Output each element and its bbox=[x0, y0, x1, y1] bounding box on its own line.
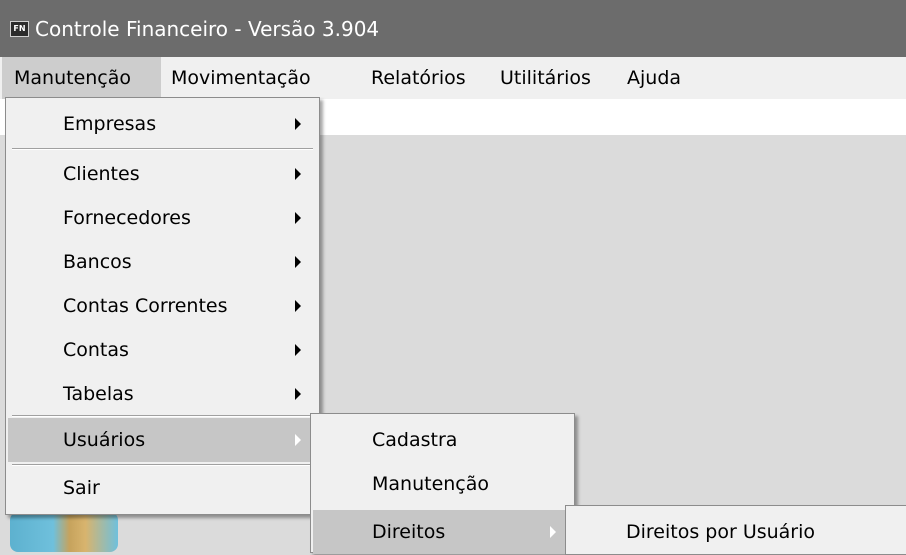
menu-item-direitos[interactable]: Direitos bbox=[313, 510, 572, 554]
submenu-arrow-icon bbox=[295, 300, 301, 312]
menu-item-fornecedores[interactable]: Fornecedores bbox=[8, 196, 317, 240]
submenu-arrow-icon bbox=[295, 118, 301, 130]
menu-item-label: Empresas bbox=[63, 113, 157, 135]
menu-separator bbox=[12, 415, 313, 417]
menu-bar: Manutenção Movimentação Relatórios Utili… bbox=[0, 57, 906, 99]
submenu-arrow-icon bbox=[295, 434, 301, 446]
menu-relatorios[interactable]: Relatórios bbox=[361, 57, 490, 99]
window-title: Controle Financeiro - Versão 3.904 bbox=[35, 16, 380, 41]
submenu-arrow-icon bbox=[295, 168, 301, 180]
menu-separator bbox=[12, 148, 313, 150]
title-bar: FN Controle Financeiro - Versão 3.904 bbox=[0, 0, 906, 57]
submenu-arrow-icon bbox=[295, 344, 301, 356]
menu-manutencao[interactable]: Manutenção bbox=[2, 57, 161, 99]
menu-item-label: Clientes bbox=[63, 163, 140, 185]
menu-item-contas-correntes[interactable]: Contas Correntes bbox=[8, 284, 317, 328]
submenu-arrow-icon bbox=[295, 212, 301, 224]
menu-item-label: Fornecedores bbox=[63, 207, 191, 229]
menu-item-label: Usuários bbox=[63, 429, 146, 451]
menu-item-bancos[interactable]: Bancos bbox=[8, 240, 317, 284]
menu-item-contas[interactable]: Contas bbox=[8, 328, 317, 372]
submenu-arrow-icon bbox=[295, 388, 301, 400]
app-logo-icon bbox=[10, 512, 118, 552]
menu-item-manutencao[interactable]: Manutenção bbox=[313, 462, 572, 506]
submenu-arrow-icon bbox=[550, 526, 556, 538]
menu-usuarios-dropdown: Cadastra Manutenção Direitos bbox=[310, 413, 575, 554]
menu-item-label: Manutenção bbox=[372, 473, 490, 495]
app-icon[interactable]: FN bbox=[10, 20, 29, 37]
menu-manutencao-dropdown: Empresas Clientes Fornecedores Bancos Co… bbox=[5, 97, 320, 515]
menu-item-label: Direitos por Usuário bbox=[626, 521, 816, 543]
menu-item-label: Direitos bbox=[372, 521, 446, 543]
menu-item-label: Contas Correntes bbox=[63, 295, 228, 317]
menu-item-cadastra[interactable]: Cadastra bbox=[313, 418, 572, 462]
menu-ajuda[interactable]: Ajuda bbox=[617, 57, 691, 99]
menu-utilitarios[interactable]: Utilitários bbox=[490, 57, 617, 99]
menu-item-label: Contas bbox=[63, 339, 129, 361]
menu-item-empresas[interactable]: Empresas bbox=[8, 102, 317, 146]
menu-item-direitos-por-usuario[interactable]: Direitos por Usuário bbox=[568, 510, 906, 554]
menu-item-label: Tabelas bbox=[63, 383, 134, 405]
menu-item-label: Bancos bbox=[63, 251, 132, 273]
menu-item-sair[interactable]: Sair bbox=[8, 466, 317, 510]
menu-item-label: Cadastra bbox=[372, 429, 458, 451]
menu-item-usuarios[interactable]: Usuários bbox=[8, 418, 317, 462]
menu-item-tabelas[interactable]: Tabelas bbox=[8, 372, 317, 416]
menu-direitos-dropdown: Direitos por Usuário bbox=[565, 505, 906, 555]
menu-item-clientes[interactable]: Clientes bbox=[8, 152, 317, 196]
submenu-arrow-icon bbox=[295, 256, 301, 268]
menu-item-label: Sair bbox=[63, 477, 100, 499]
menu-movimentacao[interactable]: Movimentação bbox=[161, 57, 361, 99]
